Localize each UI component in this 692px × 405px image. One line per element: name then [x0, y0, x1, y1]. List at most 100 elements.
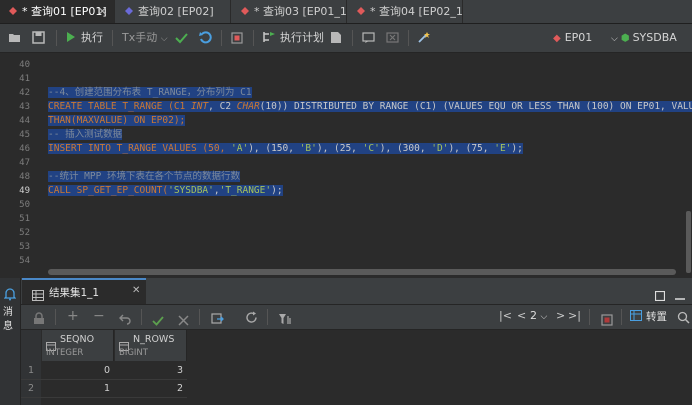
table-row[interactable]: 2 1 2 [21, 380, 187, 398]
connection-select[interactable]: ◆ EP01 [553, 28, 592, 48]
delete-row-icon[interactable]: − [93, 308, 105, 324]
chevron-down-icon: ⌵ [160, 34, 168, 44]
stop-icon[interactable] [601, 311, 613, 330]
cancel-icon[interactable] [178, 311, 189, 330]
database-icon: ◆ [553, 33, 561, 44]
first-page-icon[interactable]: |< [499, 309, 512, 322]
schema-select[interactable]: ⌵ ⬢ SYSDBA [611, 28, 677, 48]
tab-resultset[interactable]: 结果集1_1 ✕ [22, 278, 146, 304]
column-header-seqno[interactable]: SEQNO INTEGER [42, 330, 114, 361]
execute-button[interactable]: 执行 [66, 28, 103, 48]
add-row-icon[interactable]: + [67, 308, 79, 324]
open-folder-icon[interactable] [8, 28, 22, 48]
code-line-49: CALL SP_GET_EP_COUNT('SYSDBA','T_RANGE')… [48, 185, 283, 196]
sql-editor[interactable]: 40 41 42 43 44 45 46 47 48 49 50 51 52 5… [0, 53, 692, 276]
code-line-42: --4、创建范围分布表 T_RANGE，分布列为 C1 [48, 87, 252, 98]
apply-icon[interactable] [152, 311, 164, 330]
row-index: 1 [28, 365, 35, 376]
query-icon [8, 1, 18, 15]
close-icon[interactable]: ✕ [132, 285, 140, 296]
editor-toolbar: 执行 Tx手动 ⌵ 执行计划 ◆ EP01 ⌵ ⬢ SYSDBA [0, 24, 692, 53]
line-number: 53 [19, 242, 30, 252]
rollback-icon[interactable] [199, 28, 212, 48]
minimize-icon[interactable] [675, 286, 685, 305]
line-number: 52 [19, 228, 30, 238]
messages-tab[interactable]: 消息 [3, 306, 17, 334]
close-icon[interactable]: ✕ [98, 0, 107, 23]
table-row[interactable]: 1 0 3 [21, 362, 187, 380]
connection-label: EP01 [564, 31, 593, 44]
line-number: 54 [19, 256, 30, 266]
cell-n-rows[interactable]: 2 [115, 383, 183, 394]
document-icon[interactable] [330, 28, 342, 48]
line-number: 51 [19, 214, 30, 224]
comment-icon[interactable] [362, 28, 375, 48]
prev-page-icon[interactable]: < [517, 309, 526, 322]
commit-icon[interactable] [175, 28, 188, 48]
code-line-45: -- 插入测试数据 [48, 129, 123, 140]
result-panel-header: 结果集1_1 ✕ [21, 278, 692, 305]
chevron-down-icon: ⌵ [540, 312, 548, 322]
tab-query03[interactable]: * 查询03 [EP01_1] [232, 0, 347, 23]
table-icon [32, 286, 44, 305]
line-number: 45 [19, 130, 30, 140]
execute-label: 执行 [81, 31, 103, 44]
line-number: 42 [19, 88, 30, 98]
explain-plan-button[interactable]: 执行计划 [263, 28, 324, 48]
query-icon [356, 1, 366, 15]
line-number: 43 [19, 102, 30, 112]
last-page-icon[interactable]: >| [568, 309, 581, 322]
line-number: 48 [19, 172, 30, 182]
uncomment-icon[interactable] [386, 28, 399, 48]
format-wand-icon[interactable] [417, 28, 430, 48]
chevron-down-icon: ⌵ [611, 34, 618, 44]
tab-query03-label: * 查询03 [EP01_1] [254, 5, 347, 18]
code-line-46: INSERT INTO T_RANGE VALUES (50, 'A'), (1… [48, 143, 523, 154]
tx-mode-select[interactable]: Tx手动 ⌵ [122, 28, 168, 48]
cell-seqno[interactable]: 0 [42, 365, 110, 376]
explain-plan-label: 执行计划 [280, 31, 324, 44]
lock-icon[interactable] [33, 310, 45, 329]
play-icon [67, 32, 75, 42]
page-number: 2 [530, 309, 537, 322]
line-number: 47 [19, 158, 30, 168]
message-side-strip: 消息 [0, 278, 21, 405]
bell-icon[interactable] [3, 286, 17, 305]
code-line-44: THAN(MAXVALUE) ON EP02); [48, 115, 186, 126]
line-number: 40 [19, 60, 30, 70]
search-icon[interactable] [677, 309, 690, 328]
stop-icon[interactable] [231, 28, 243, 48]
refresh-icon[interactable] [245, 309, 258, 328]
schema-label: SYSDBA [632, 31, 677, 44]
maximize-icon[interactable] [654, 286, 666, 305]
line-number: 41 [19, 74, 30, 84]
column-type: INTEGER [46, 348, 84, 358]
next-page-icon[interactable]: > [556, 309, 565, 322]
row-index: 2 [28, 383, 35, 394]
tab-query04-label: * 查询04 [EP02_1] [370, 5, 463, 18]
tab-query02[interactable]: 查询02 [EP02] [116, 0, 231, 23]
cell-n-rows[interactable]: 3 [115, 365, 183, 376]
save-icon[interactable] [32, 28, 45, 48]
result-grid: SEQNO INTEGER N_ROWS BIGINT 1 0 3 2 1 2 [21, 330, 692, 405]
tab-query01[interactable]: * 查询01 [EP01] ✕ [0, 0, 115, 23]
export-icon[interactable] [211, 310, 224, 329]
schema-icon: ⬢ [620, 33, 630, 44]
cell-seqno[interactable]: 1 [42, 383, 110, 394]
column-header-n-rows[interactable]: N_ROWS BIGINT [115, 330, 187, 361]
undo-icon[interactable] [119, 310, 131, 329]
column-name: SEQNO [60, 334, 95, 345]
line-number: 49 [19, 186, 30, 196]
filter-icon[interactable] [278, 310, 291, 329]
tab-query01-label: * 查询01 [EP01] [22, 5, 107, 18]
transpose-button[interactable]: 转置 [630, 309, 667, 324]
tab-query04[interactable]: * 查询04 [EP02_1] [348, 0, 463, 23]
transpose-icon [630, 310, 642, 321]
query-icon [124, 1, 134, 15]
code-line-43: CREATE TABLE T_RANGE (C1 INT, C2 CHAR(10… [48, 100, 692, 114]
page-number-select[interactable]: 2 ⌵ [530, 309, 547, 322]
vertical-scrollbar[interactable] [686, 211, 691, 273]
column-name: N_ROWS [133, 334, 175, 345]
horizontal-scrollbar[interactable] [48, 269, 676, 275]
column-type: BIGINT [119, 348, 148, 358]
